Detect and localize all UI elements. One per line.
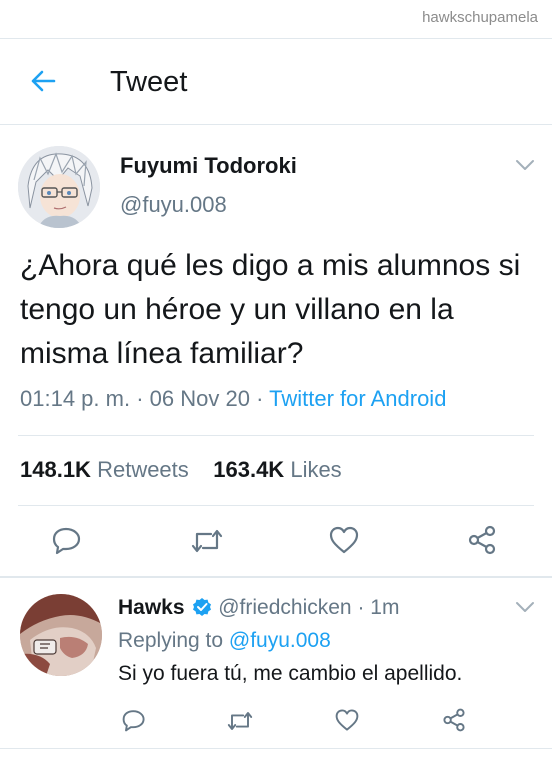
reply-time: 1m	[370, 596, 400, 619]
reply-icon[interactable]	[122, 708, 146, 732]
meta-separator: ·	[136, 386, 144, 411]
retweets-label: Retweets	[97, 457, 189, 482]
tweet-source[interactable]: Twitter for Android	[269, 386, 446, 411]
share-icon[interactable]	[442, 708, 466, 732]
reply-author-handle[interactable]: @friedchicken	[218, 596, 351, 619]
replying-to-label: Replying to	[118, 629, 224, 652]
meta-divider	[18, 435, 534, 436]
likes-stat[interactable]: 163.4K Likes	[213, 457, 341, 482]
header-divider	[0, 124, 552, 125]
retweets-count: 148.1K	[20, 457, 91, 482]
retweet-icon[interactable]	[226, 709, 254, 733]
reply-author-name[interactable]: Hawks	[118, 596, 185, 619]
actions-divider	[0, 576, 552, 578]
tweet-meta: 01:14 p. m. · 06 Nov 20 · Twitter for An…	[20, 386, 446, 412]
avatar-illustration	[20, 594, 102, 676]
reply-text: Si yo fuera tú, me cambio el apellido.	[118, 662, 463, 685]
tweet-time: 01:14 p. m.	[20, 386, 131, 411]
watermark: hawkschupamela	[422, 9, 538, 26]
tweet-date: 06 Nov 20	[149, 386, 250, 411]
avatar[interactable]	[20, 594, 102, 676]
reply-icon[interactable]	[52, 525, 82, 555]
author-name[interactable]: Fuyumi Todoroki	[120, 153, 297, 179]
page-title: Tweet	[110, 66, 188, 98]
stats-divider	[18, 505, 534, 506]
replying-to: Replying to @fuyu.008	[118, 629, 331, 653]
tweet-text: ¿Ahora qué les digo a mis alumnos si ten…	[20, 249, 521, 370]
reply-header: Hawks @friedchicken · 1m	[118, 596, 399, 620]
heart-icon[interactable]	[328, 525, 360, 555]
retweets-stat[interactable]: 148.1K Retweets	[20, 457, 189, 482]
likes-count: 163.4K	[213, 457, 285, 482]
reply-time-separator: ·	[357, 596, 365, 619]
tweet-stats: 148.1K Retweets 163.4K Likes	[20, 457, 342, 483]
likes-label: Likes	[290, 457, 342, 482]
avatar-illustration	[18, 146, 100, 228]
meta-separator: ·	[256, 386, 264, 411]
avatar[interactable]	[18, 146, 100, 228]
retweet-icon[interactable]	[190, 526, 224, 556]
chevron-down-icon[interactable]	[515, 158, 535, 172]
chevron-down-icon[interactable]	[515, 600, 535, 614]
watermark-divider	[0, 38, 552, 39]
arrow-left-icon[interactable]	[30, 68, 56, 94]
reply-bottom-divider	[0, 748, 552, 749]
share-icon[interactable]	[467, 525, 497, 555]
author-handle[interactable]: @fuyu.008	[120, 192, 227, 218]
heart-icon[interactable]	[334, 708, 360, 732]
replying-to-handle[interactable]: @fuyu.008	[229, 629, 331, 652]
verified-badge-icon	[193, 598, 212, 616]
